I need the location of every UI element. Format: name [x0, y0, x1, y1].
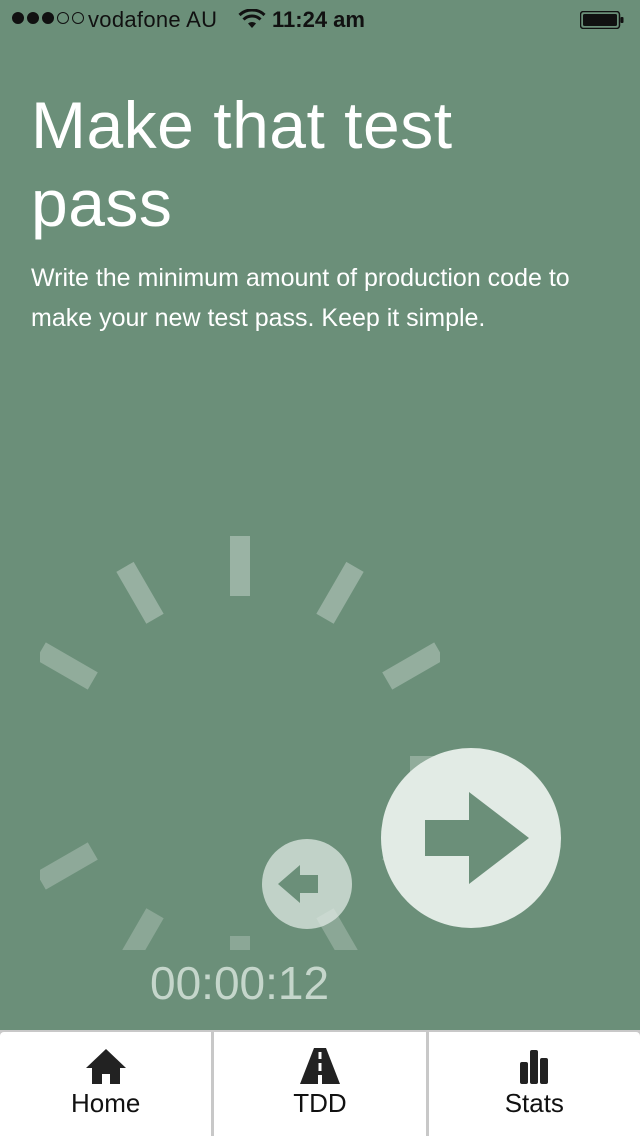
tdd-screen: vodafone AU 11:24 am Make that test pass…: [0, 0, 640, 1136]
tab-tdd-label: TDD: [293, 1088, 347, 1118]
arrow-left-icon: [278, 865, 318, 903]
progress-spinner: [40, 536, 440, 950]
road-icon: [299, 1048, 340, 1084]
home-icon: [85, 1049, 126, 1084]
signal-strength-icon: [12, 12, 84, 24]
tab-home[interactable]: Home: [0, 1032, 212, 1136]
instructions-text: Write the minimum amount of production c…: [31, 264, 570, 332]
tab-home-label: Home: [70, 1088, 141, 1118]
carrier-name: vodafone AU: [88, 7, 218, 32]
next-step-button[interactable]: [381, 748, 561, 928]
clock: 11:24 am: [272, 7, 365, 32]
tab-tdd[interactable]: TDD: [214, 1032, 426, 1136]
status-bar: vodafone AU 11:24 am: [0, 0, 640, 40]
arrow-right-icon: [425, 792, 529, 884]
page-title: Make that test pass: [31, 88, 453, 240]
bar-chart-icon: [520, 1050, 549, 1084]
battery-icon: [580, 11, 624, 29]
tab-bar: Home TDD Stats: [0, 1030, 640, 1136]
previous-step-button[interactable]: [262, 839, 352, 929]
elapsed-timer: 00:00:12: [150, 957, 330, 1009]
wifi-icon: [238, 9, 266, 28]
tab-stats-label: Stats: [504, 1088, 564, 1118]
tab-stats[interactable]: Stats: [428, 1032, 640, 1136]
